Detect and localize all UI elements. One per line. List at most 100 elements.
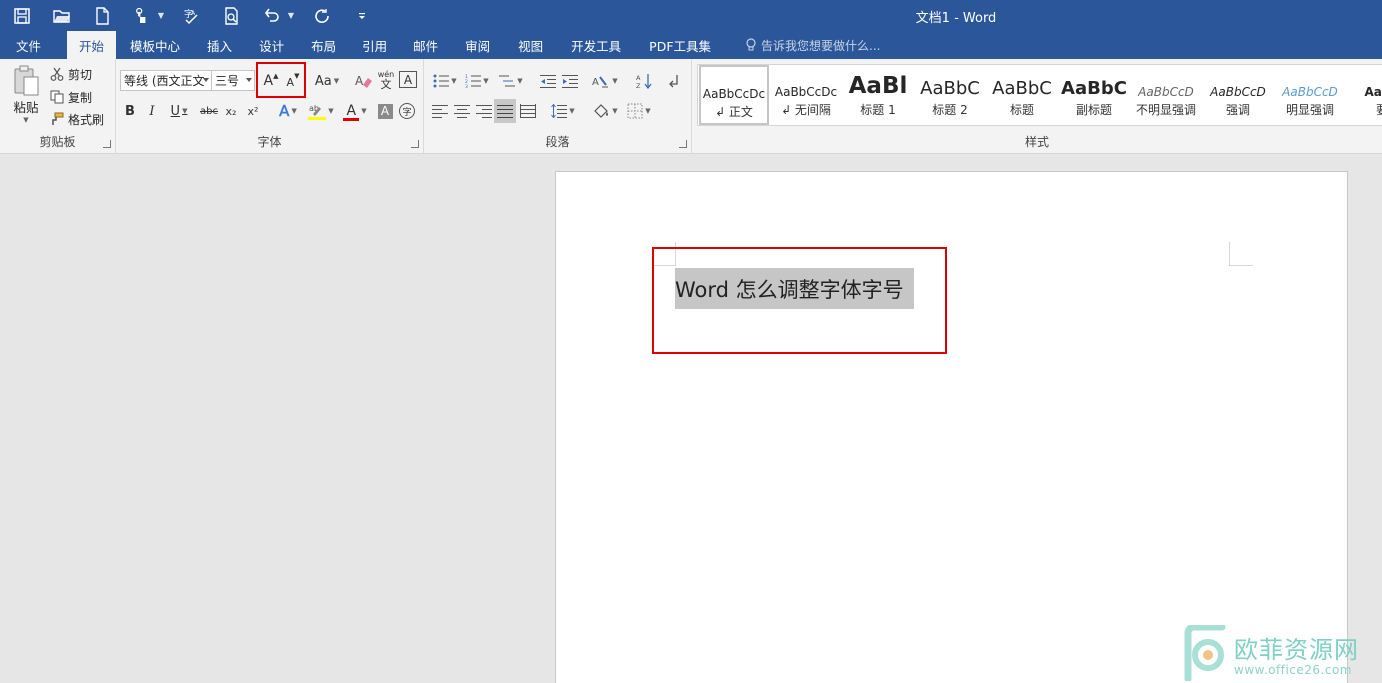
justify-button[interactable] (494, 99, 516, 123)
tell-me-placeholder: 告诉我您想要做什么... (761, 38, 881, 53)
align-center-button[interactable] (452, 100, 472, 122)
underline-icon: U (170, 103, 181, 119)
style-intense-emphasis[interactable]: AaBbCcD 明显强调 (1275, 65, 1345, 125)
change-case-button[interactable]: Aa ▼ (312, 70, 342, 92)
borders-icon (627, 103, 643, 119)
strikethrough-button[interactable]: abc (198, 100, 220, 122)
chevron-down-icon: ▼ (569, 107, 575, 115)
phonetic-char: 文 (380, 78, 392, 91)
character-border-button[interactable]: A (399, 71, 417, 88)
font-launcher-icon[interactable] (411, 140, 419, 148)
align-right-button[interactable] (474, 100, 494, 122)
highlight-color-button[interactable]: ab ▼ (306, 100, 336, 122)
sort-button[interactable]: AZ (634, 70, 654, 92)
style-sample: AaBbC (992, 78, 1052, 99)
title-bar: ▼ 字A ▼ 文档1 - Word (0, 0, 1382, 31)
format-painter-label: 格式刷 (68, 112, 105, 127)
decrease-indent-button[interactable] (538, 70, 558, 92)
style-sample: AaBbC (1061, 78, 1127, 99)
subscript-button[interactable]: x₂ (222, 100, 240, 122)
phonetic-guide-button[interactable]: wén 文 (376, 70, 396, 92)
italic-button[interactable]: I (144, 100, 160, 122)
svg-text:A: A (636, 74, 641, 82)
style-heading-1[interactable]: AaBl 标题 1 (843, 65, 913, 125)
tab-view[interactable]: 视图 (504, 31, 557, 59)
watermark-url: www.office26.com (1234, 662, 1352, 677)
clear-formatting-button[interactable]: A (354, 70, 374, 92)
clipboard-launcher-icon[interactable] (103, 140, 111, 148)
tab-review[interactable]: 审阅 (451, 31, 504, 59)
tab-file[interactable]: 文件 (0, 31, 63, 59)
chevron-down-icon: ▼ (645, 107, 651, 115)
tab-design[interactable]: 设计 (245, 31, 298, 59)
document-area[interactable]: Word 怎么调整字体字号 (0, 154, 1382, 683)
superscript-icon: x² (247, 104, 259, 118)
multilevel-list-button[interactable]: ▼ (496, 70, 526, 92)
chevron-down-icon: ▼ (612, 77, 618, 85)
style-emphasis[interactable]: AaBbCcD 强调 (1203, 65, 1273, 125)
line-spacing-button[interactable]: ▼ (548, 100, 578, 122)
tab-developer[interactable]: 开发工具 (557, 31, 635, 59)
tab-home[interactable]: 开始 (67, 31, 117, 59)
style-name: ↲ 正文 (715, 105, 753, 119)
align-left-button[interactable] (430, 100, 450, 122)
copy-button[interactable]: 复制 (50, 87, 92, 107)
style-subtle-emphasis[interactable]: AaBbCcD 不明显强调 (1131, 65, 1201, 125)
font-size-combo[interactable]: 三号 (211, 70, 255, 91)
paste-button[interactable]: 粘贴 ▼ (8, 65, 44, 131)
tab-mailings[interactable]: 邮件 (400, 31, 451, 59)
style-sample: AaBbCcDc (702, 87, 766, 101)
bullets-button[interactable]: ▼ (430, 70, 460, 92)
paragraph-group: ▼ 123 ▼ ▼ A ▼ AZ ▼ ▼ ▼ 段落 (424, 59, 692, 153)
strikethrough-icon: abc (200, 105, 218, 117)
chinese-layout-button[interactable]: A ▼ (590, 70, 620, 92)
style-name: 标题 2 (932, 103, 968, 117)
superscript-button[interactable]: x² (244, 100, 262, 122)
underline-button[interactable]: U ▼ (166, 100, 192, 122)
distributed-button[interactable] (518, 100, 538, 122)
enclose-characters-button[interactable]: 字 (398, 100, 416, 122)
tab-pdf-tools[interactable]: PDF工具集 (635, 31, 725, 59)
style-heading-2[interactable]: AaBbC 标题 2 (915, 65, 985, 125)
document-page[interactable]: Word 怎么调整字体字号 (555, 171, 1348, 683)
style-normal[interactable]: AaBbCcDc ↲ 正文 (699, 65, 769, 125)
style-subtitle[interactable]: AaBbC 副标题 (1059, 65, 1129, 125)
text-effects-button[interactable]: A ▼ (274, 100, 302, 122)
font-name-combo[interactable]: 等线 (西文正文 (120, 70, 212, 91)
enclose-characters-icon: 字 (399, 103, 415, 119)
shading-button[interactable]: ▼ (590, 100, 620, 122)
tab-insert[interactable]: 插入 (194, 31, 245, 59)
font-size-value: 三号 (215, 74, 240, 88)
paint-bucket-icon (594, 104, 609, 118)
style-no-spacing[interactable]: AaBbCcDc ↲ 无间隔 (771, 65, 841, 125)
style-name: 明显强调 (1285, 103, 1334, 117)
align-center-icon (454, 105, 470, 118)
tell-me-box[interactable]: 告诉我您想要做什么... (725, 31, 880, 59)
paragraph-launcher-icon[interactable] (679, 140, 687, 148)
font-group: 等线 (西文正文 三号 A ▲ A ▼ Aa ▼ A wén 文 A B I U ▼ ab… (116, 59, 424, 153)
style-title[interactable]: AaBbC 标题 (987, 65, 1057, 125)
chevron-down-icon: ▼ (182, 107, 188, 115)
tab-template-center[interactable]: 模板中心 (120, 31, 194, 59)
cut-button[interactable]: 剪切 (50, 64, 92, 84)
svg-text:A: A (355, 74, 364, 88)
copy-icon (50, 90, 64, 104)
style-name: 标题 1 (860, 103, 896, 117)
show-marks-button[interactable] (664, 70, 684, 92)
chevron-down-icon (246, 78, 252, 82)
numbering-button[interactable]: 123 ▼ (462, 70, 492, 92)
style-strong[interactable]: AaBb 要 (1347, 65, 1382, 125)
margin-corner-mark (1229, 242, 1253, 266)
tab-layout[interactable]: 布局 (298, 31, 349, 59)
tab-references[interactable]: 引用 (349, 31, 400, 59)
chevron-down-icon: ▼ (483, 77, 489, 85)
character-shading-button[interactable]: A (376, 100, 394, 122)
borders-button[interactable]: ▼ (624, 100, 654, 122)
bold-button[interactable]: B (122, 100, 138, 122)
increase-indent-button[interactable] (560, 70, 580, 92)
style-sample: AaBbCcDc (774, 85, 838, 99)
format-painter-button[interactable]: 格式刷 (50, 109, 104, 129)
chevron-down-icon: ▼ (291, 107, 297, 115)
font-color-button[interactable]: A ▼ (340, 100, 370, 122)
paste-dropdown-icon[interactable]: ▼ (8, 116, 44, 124)
